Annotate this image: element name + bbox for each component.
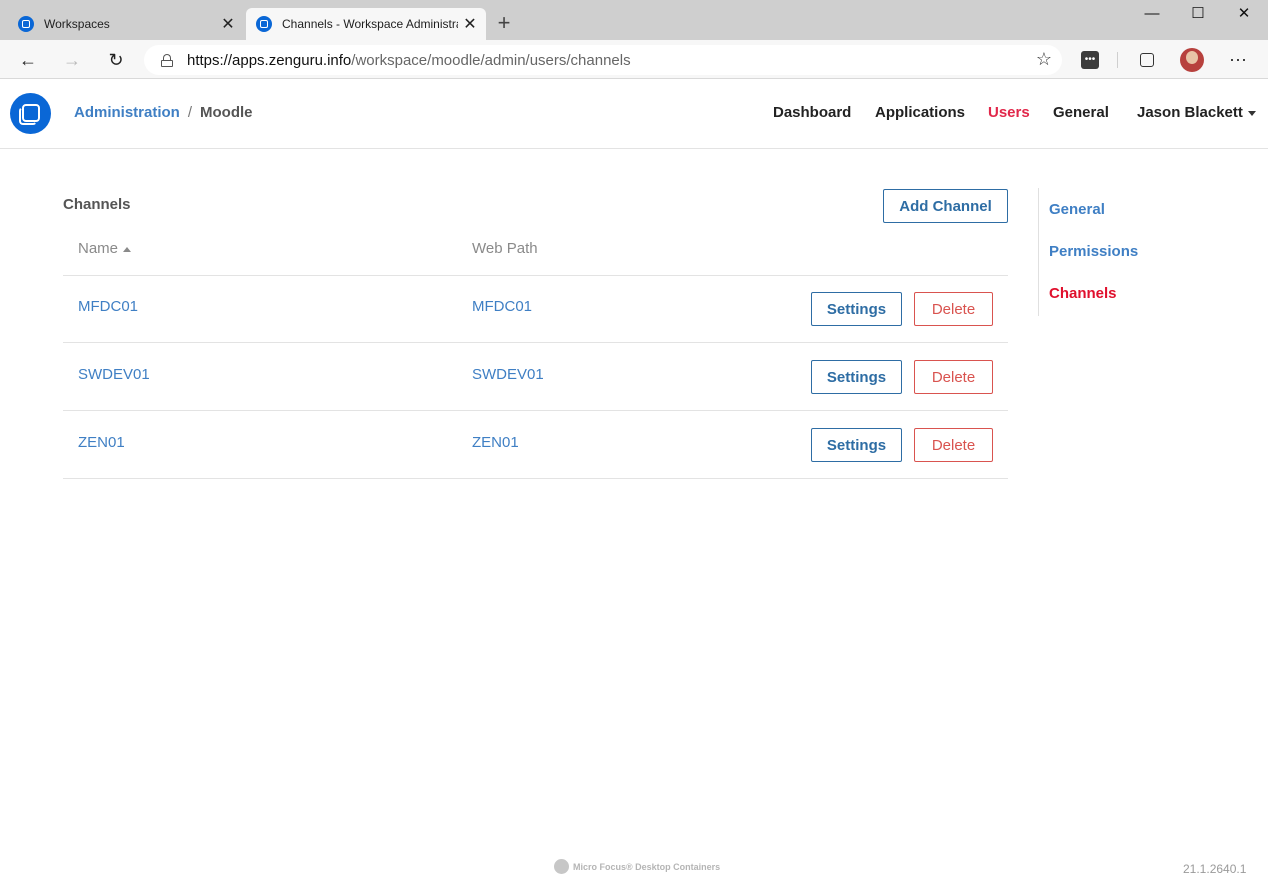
tab-workspaces[interactable]: Workspaces ✕ xyxy=(8,8,244,40)
browser-toolbar: ← → ↻ https://apps.zenguru.info/workspac… xyxy=(0,40,1268,79)
profile-avatar[interactable] xyxy=(1180,48,1204,72)
maximize-icon[interactable]: ☐ xyxy=(1175,0,1221,30)
nav-users[interactable]: Users xyxy=(988,104,1030,121)
channel-webpath-link[interactable]: SWDEV01 xyxy=(472,366,544,383)
nav-applications[interactable]: Applications xyxy=(875,104,965,121)
footer-brand: Micro Focus® Desktop Containers xyxy=(554,859,720,874)
tab-title: Workspaces xyxy=(44,17,110,31)
more-options-icon[interactable]: ··· xyxy=(1227,49,1249,71)
table-divider xyxy=(63,478,1008,479)
sidenav-permissions[interactable]: Permissions xyxy=(1049,243,1138,260)
workspace-favicon-icon xyxy=(18,16,34,32)
settings-button[interactable]: Settings xyxy=(811,292,902,326)
breadcrumb-moodle: Moodle xyxy=(200,104,253,121)
sort-ascending-icon xyxy=(123,246,132,252)
close-icon[interactable]: ✕ xyxy=(216,14,240,34)
channel-name-link[interactable]: ZEN01 xyxy=(78,434,125,451)
extension-icon[interactable]: ••• xyxy=(1081,51,1099,69)
delete-button[interactable]: Delete xyxy=(914,428,993,462)
window-close-icon[interactable]: ✕ xyxy=(1221,0,1267,30)
page-title: Channels xyxy=(63,196,131,213)
sidenav-channels[interactable]: Channels xyxy=(1049,285,1117,302)
back-arrow-icon[interactable]: ← xyxy=(14,46,42,74)
micro-focus-logo-icon xyxy=(554,859,569,874)
browser-window: Workspaces ✕ Channels - Workspace Admini… xyxy=(0,0,1268,895)
breadcrumb: Administration / Moodle xyxy=(74,104,253,121)
app-logo-icon[interactable] xyxy=(10,93,51,134)
column-header-web-path: Web Path xyxy=(472,240,538,257)
breadcrumb-administration[interactable]: Administration xyxy=(74,104,180,121)
delete-button[interactable]: Delete xyxy=(914,292,993,326)
workspace-favicon-icon xyxy=(256,16,272,32)
settings-button[interactable]: Settings xyxy=(811,428,902,462)
nav-dashboard[interactable]: Dashboard xyxy=(773,104,851,121)
minimize-icon[interactable]: — xyxy=(1129,0,1175,30)
tab-title: Channels - Workspace Administration xyxy=(282,17,458,31)
settings-button[interactable]: Settings xyxy=(811,360,902,394)
url-text[interactable]: https://apps.zenguru.info/workspace/mood… xyxy=(187,52,631,69)
channel-webpath-link[interactable]: ZEN01 xyxy=(472,434,519,451)
table-divider xyxy=(63,275,1008,276)
add-channel-button[interactable]: Add Channel xyxy=(883,189,1008,223)
column-header-name[interactable]: Name xyxy=(78,240,132,257)
channel-name-link[interactable]: SWDEV01 xyxy=(78,366,150,383)
forward-arrow-icon[interactable]: → xyxy=(58,46,86,74)
channel-webpath-link[interactable]: MFDC01 xyxy=(472,298,532,315)
user-menu[interactable]: Jason Blackett xyxy=(1137,104,1256,121)
refresh-icon[interactable]: ↻ xyxy=(102,46,130,74)
collections-icon[interactable] xyxy=(1140,53,1154,67)
table-divider xyxy=(63,410,1008,411)
footer-brand-text: Micro Focus® Desktop Containers xyxy=(573,861,721,872)
close-icon[interactable]: ✕ xyxy=(458,14,482,34)
breadcrumb-separator: / xyxy=(187,104,193,121)
nav-general[interactable]: General xyxy=(1053,104,1109,121)
add-favorite-icon[interactable]: ☆ xyxy=(1036,49,1052,70)
address-bar[interactable]: https://apps.zenguru.info/workspace/mood… xyxy=(144,45,1062,75)
tab-channels[interactable]: Channels - Workspace Administration ✕ xyxy=(246,8,486,40)
lock-icon[interactable] xyxy=(161,53,173,67)
tab-strip: Workspaces ✕ Channels - Workspace Admini… xyxy=(0,0,1268,40)
sidenav-general[interactable]: General xyxy=(1049,201,1105,218)
new-tab-icon[interactable]: + xyxy=(493,10,515,36)
table-divider xyxy=(63,342,1008,343)
user-name: Jason Blackett xyxy=(1137,104,1243,121)
version-number: 21.1.2640.1 xyxy=(1183,862,1247,876)
channel-name-link[interactable]: MFDC01 xyxy=(78,298,138,315)
app-header: Administration / Moodle Dashboard Applic… xyxy=(0,79,1268,149)
side-nav-rule xyxy=(1038,188,1039,316)
caret-down-icon xyxy=(1247,110,1256,116)
delete-button[interactable]: Delete xyxy=(914,360,993,394)
